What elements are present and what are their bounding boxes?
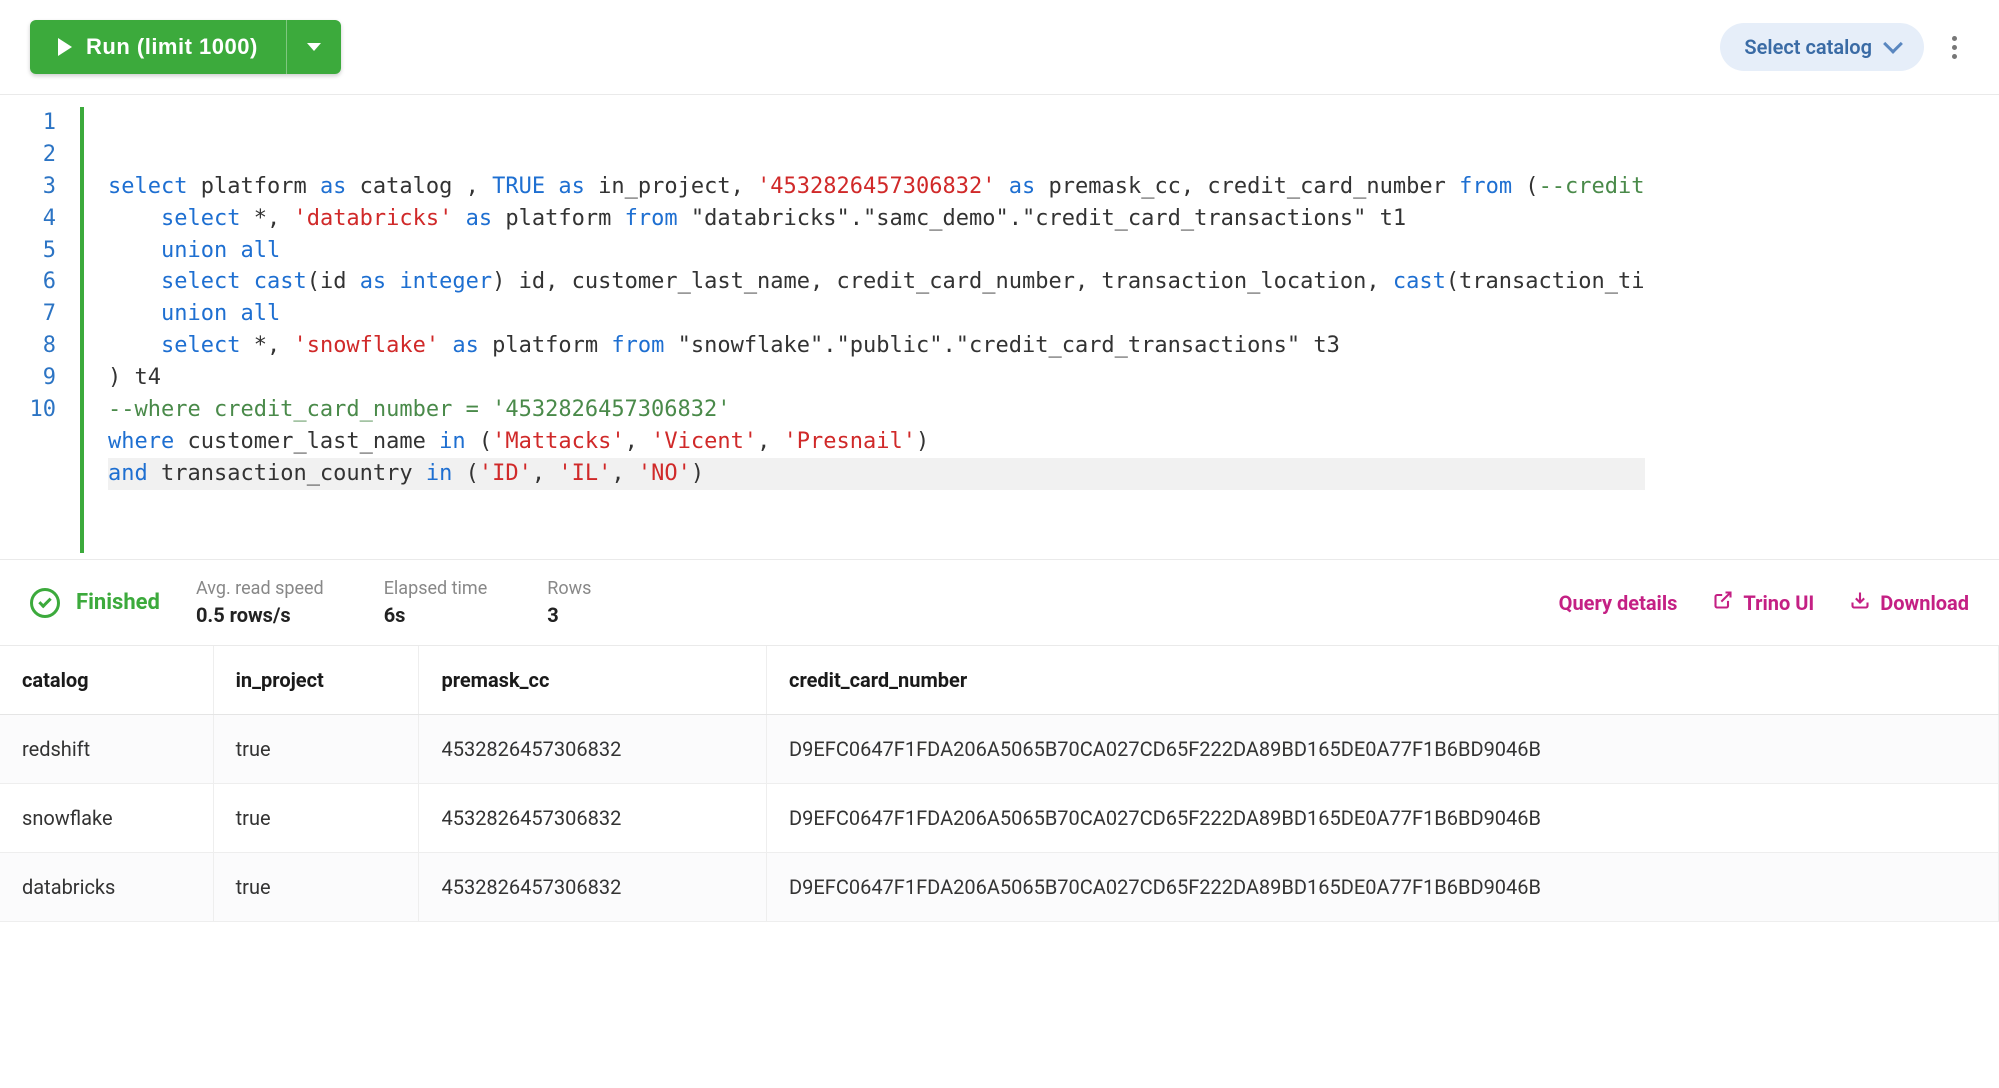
line-number: 10 <box>18 394 62 426</box>
toolbar: Run (limit 1000) Select catalog <box>0 0 1999 95</box>
metric-value: 6s <box>384 603 488 627</box>
kebab-dot-icon <box>1952 45 1957 50</box>
code-line[interactable]: select *, 'databricks' as platform from … <box>108 203 1645 235</box>
status-left: Finished <box>30 588 160 618</box>
metric: Avg. read speed 0.5 rows/s <box>196 578 324 627</box>
code-line[interactable]: union all <box>108 298 1645 330</box>
metric-value: 3 <box>547 603 591 627</box>
caret-down-icon <box>307 43 321 51</box>
line-gutter: 12345678910 <box>0 107 80 553</box>
play-icon <box>58 38 72 56</box>
results-table: catalogin_projectpremask_cccredit_card_n… <box>0 646 1999 922</box>
run-button-label: Run (limit 1000) <box>86 34 258 60</box>
line-number: 7 <box>18 298 62 330</box>
table-cell: D9EFC0647F1FDA206A5065B70CA027CD65F222DA… <box>767 853 1999 922</box>
column-header[interactable]: in_project <box>213 646 419 715</box>
table-row[interactable]: databrickstrue4532826457306832D9EFC0647F… <box>0 853 1999 922</box>
code-line[interactable]: and transaction_country in ('ID', 'IL', … <box>108 458 1645 490</box>
status-bar: Finished Avg. read speed 0.5 rows/s Elapse… <box>0 559 1999 646</box>
metric: Elapsed time 6s <box>384 578 488 627</box>
trino-ui-link[interactable]: Trino UI <box>1713 590 1814 615</box>
select-catalog-label: Select catalog <box>1744 35 1872 59</box>
table-cell: true <box>213 784 419 853</box>
code-line[interactable]: select cast(id as integer) id, customer_… <box>108 266 1645 298</box>
run-button-group: Run (limit 1000) <box>30 20 341 74</box>
sql-editor[interactable]: 12345678910 select platform as catalog ,… <box>0 95 1999 559</box>
status-text: Finished <box>76 590 160 615</box>
kebab-dot-icon <box>1952 36 1957 41</box>
metric-label: Avg. read speed <box>196 578 324 599</box>
download-label: Download <box>1880 591 1969 615</box>
status-right: Query details Trino UI Download <box>1559 590 1969 615</box>
table-cell: 4532826457306832 <box>419 715 767 784</box>
table-cell: 4532826457306832 <box>419 784 767 853</box>
table-cell: redshift <box>0 715 213 784</box>
code-line[interactable]: --where credit_card_number = '4532826457… <box>108 394 1645 426</box>
table-cell: true <box>213 715 419 784</box>
trino-ui-label: Trino UI <box>1743 591 1814 615</box>
line-number: 8 <box>18 330 62 362</box>
column-header[interactable]: catalog <box>0 646 213 715</box>
metric-label: Elapsed time <box>384 578 488 599</box>
code-area[interactable]: select platform as catalog , TRUE as in_… <box>80 107 1645 553</box>
line-number: 6 <box>18 266 62 298</box>
code-line[interactable]: union all <box>108 235 1645 267</box>
code-line[interactable]: select *, 'snowflake' as platform from "… <box>108 330 1645 362</box>
kebab-dot-icon <box>1952 54 1957 59</box>
column-header[interactable]: premask_cc <box>419 646 767 715</box>
line-number: 4 <box>18 203 62 235</box>
external-link-icon <box>1713 590 1733 615</box>
line-number: 9 <box>18 362 62 394</box>
query-details-link[interactable]: Query details <box>1559 591 1678 615</box>
query-details-label: Query details <box>1559 591 1678 615</box>
table-cell: D9EFC0647F1FDA206A5065B70CA027CD65F222DA… <box>767 715 1999 784</box>
line-number: 2 <box>18 139 62 171</box>
table-cell: 4532826457306832 <box>419 853 767 922</box>
code-line[interactable]: select platform as catalog , TRUE as in_… <box>108 171 1645 203</box>
run-dropdown-button[interactable] <box>286 20 341 74</box>
run-button[interactable]: Run (limit 1000) <box>30 20 286 74</box>
table-cell: databricks <box>0 853 213 922</box>
metric-value: 0.5 rows/s <box>196 603 324 627</box>
table-row[interactable]: snowflaketrue4532826457306832D9EFC0647F1… <box>0 784 1999 853</box>
download-link[interactable]: Download <box>1850 590 1969 615</box>
table-row[interactable]: redshifttrue4532826457306832D9EFC0647F1F… <box>0 715 1999 784</box>
table-cell: snowflake <box>0 784 213 853</box>
check-circle-icon <box>30 588 60 618</box>
code-line[interactable]: ) t4 <box>108 362 1645 394</box>
metric-label: Rows <box>547 578 591 599</box>
table-cell: D9EFC0647F1FDA206A5065B70CA027CD65F222DA… <box>767 784 1999 853</box>
metric: Rows 3 <box>547 578 591 627</box>
download-icon <box>1850 590 1870 615</box>
chevron-down-icon <box>1883 34 1903 54</box>
line-number: 3 <box>18 171 62 203</box>
line-number: 5 <box>18 235 62 267</box>
table-cell: true <box>213 853 419 922</box>
column-header[interactable]: credit_card_number <box>767 646 1999 715</box>
more-options-button[interactable] <box>1940 28 1969 67</box>
code-line[interactable]: where customer_last_name in ('Mattacks',… <box>108 426 1645 458</box>
line-number: 1 <box>18 107 62 139</box>
select-catalog-button[interactable]: Select catalog <box>1720 23 1924 71</box>
